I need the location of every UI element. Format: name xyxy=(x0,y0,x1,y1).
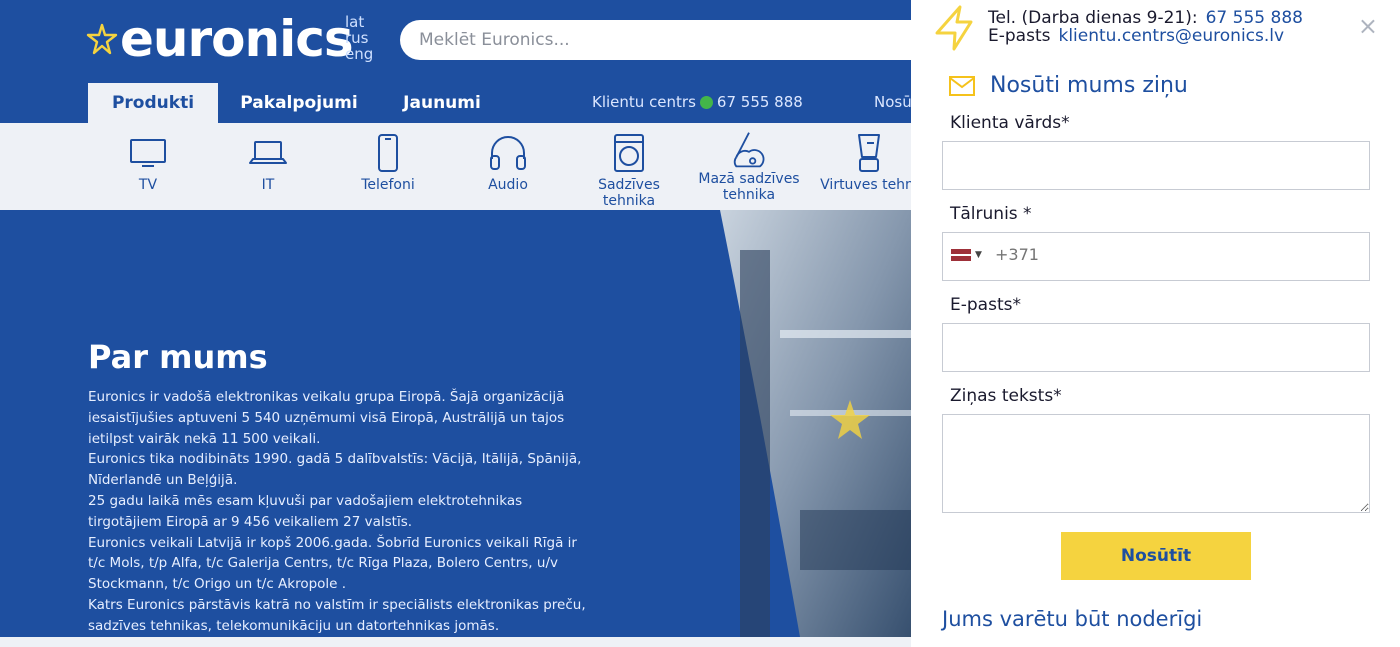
lang-rus[interactable]: rus xyxy=(345,30,373,46)
about-title: Par mums xyxy=(88,338,268,376)
phone-field[interactable] xyxy=(995,245,1295,264)
email-field-label: E-pasts* xyxy=(950,295,1021,315)
euronics-logo[interactable]: euronics xyxy=(86,10,354,68)
email-label: E-pasts xyxy=(988,26,1051,46)
language-switcher: lat rus eng xyxy=(345,14,373,62)
lang-lat[interactable]: lat xyxy=(345,14,373,30)
about-text: Euronics ir vadošā elektronikas veikalu … xyxy=(88,387,588,637)
name-field[interactable] xyxy=(942,141,1370,190)
customer-center-label: Klientu centrs xyxy=(592,93,696,111)
star-logo-icon xyxy=(86,23,118,55)
tab-pakalpojumi[interactable]: Pakalpojumi xyxy=(218,83,380,123)
email-link[interactable]: klientu.centrs@euronics.lv xyxy=(1058,26,1284,46)
envelope-icon xyxy=(949,76,975,96)
category-label: TV xyxy=(138,177,158,193)
category-kitchen[interactable]: Virtuves tehni xyxy=(813,131,925,193)
lang-eng[interactable]: eng xyxy=(345,46,373,62)
latvia-flag-icon xyxy=(951,249,971,261)
phone-hours-label: Tel. (Darba dienas 9-21): xyxy=(988,8,1198,28)
tab-produkti[interactable]: Produkti xyxy=(88,83,218,123)
category-label: Virtuves tehni xyxy=(820,177,918,193)
star-icon xyxy=(935,5,973,51)
about-paragraph: Euronics ir vadošā elektronikas veikalu … xyxy=(88,389,565,447)
phone-field-wrapper: ▼ xyxy=(942,232,1370,281)
name-label: Klienta vārds* xyxy=(950,113,1070,133)
country-code-select[interactable]: ▼ xyxy=(951,249,982,261)
send-button[interactable]: Nosūtīt xyxy=(1061,532,1251,580)
category-label: Sadzīves tehnika xyxy=(598,177,660,209)
about-paragraph: Katrs Euronics pārstāvis katrā no valstī… xyxy=(88,596,586,634)
category-small-appliances[interactable]: Mazā sadzīves tehnika xyxy=(693,130,805,203)
blender-icon xyxy=(858,134,880,172)
contact-form-title: Nosūti mums ziņu xyxy=(990,73,1188,98)
phone-line: Tel. (Darba dienas 9-21): 67 555 888 xyxy=(988,8,1303,28)
message-label: Ziņas teksts* xyxy=(950,386,1062,406)
vacuum-cleaner-icon xyxy=(733,132,765,168)
category-label: Mazā sadzīves tehnika xyxy=(698,171,800,203)
category-tv[interactable]: TV xyxy=(92,131,204,193)
email-field[interactable] xyxy=(942,323,1370,372)
category-phones[interactable]: Telefoni xyxy=(332,131,444,193)
logo-wordmark: euronics xyxy=(120,10,354,68)
category-label: IT xyxy=(261,177,275,193)
main-tabs: Produkti Pakalpojumi Jaunumi xyxy=(88,83,504,123)
category-audio[interactable]: Audio xyxy=(452,131,564,193)
phone-number-link[interactable]: 67 555 888 xyxy=(1206,8,1303,28)
about-paragraph: Euronics tika nodibināts 1990. gadā 5 da… xyxy=(88,451,582,489)
phone-label: Tālrunis * xyxy=(950,204,1032,224)
headphones-icon xyxy=(490,136,526,170)
washing-machine-icon xyxy=(614,134,644,172)
tv-icon xyxy=(130,139,166,167)
about-paragraph: Euronics veikali Latvijā ir kopš 2006.ga… xyxy=(88,534,577,593)
customer-center-phone: 67 555 888 xyxy=(716,93,803,111)
laptop-icon xyxy=(249,141,287,164)
contact-panel: Tel. (Darba dienas 9-21): 67 555 888 E-pa… xyxy=(911,0,1400,647)
about-paragraph: 25 gadu laikā mēs esam kļuvuši par vadoš… xyxy=(88,492,523,530)
message-field[interactable] xyxy=(942,414,1370,513)
category-label: Audio xyxy=(488,177,528,193)
useful-links-heading: Jums varētu būt noderīgi xyxy=(942,607,1203,631)
phone-icon xyxy=(378,134,398,172)
email-line: E-pasts klientu.centrs@euronics.lv xyxy=(988,26,1284,46)
search-input[interactable] xyxy=(400,20,940,60)
category-appliances[interactable]: Sadzīves tehnika xyxy=(573,131,685,209)
chevron-down-icon: ▼ xyxy=(975,250,982,260)
online-status-icon xyxy=(699,95,713,109)
customer-center[interactable]: Klientu centrs 67 555 888 xyxy=(592,93,803,111)
close-icon[interactable]: × xyxy=(1358,14,1378,38)
category-it[interactable]: IT xyxy=(212,131,324,193)
category-label: Telefoni xyxy=(361,177,415,193)
tab-jaunumi[interactable]: Jaunumi xyxy=(380,83,504,123)
